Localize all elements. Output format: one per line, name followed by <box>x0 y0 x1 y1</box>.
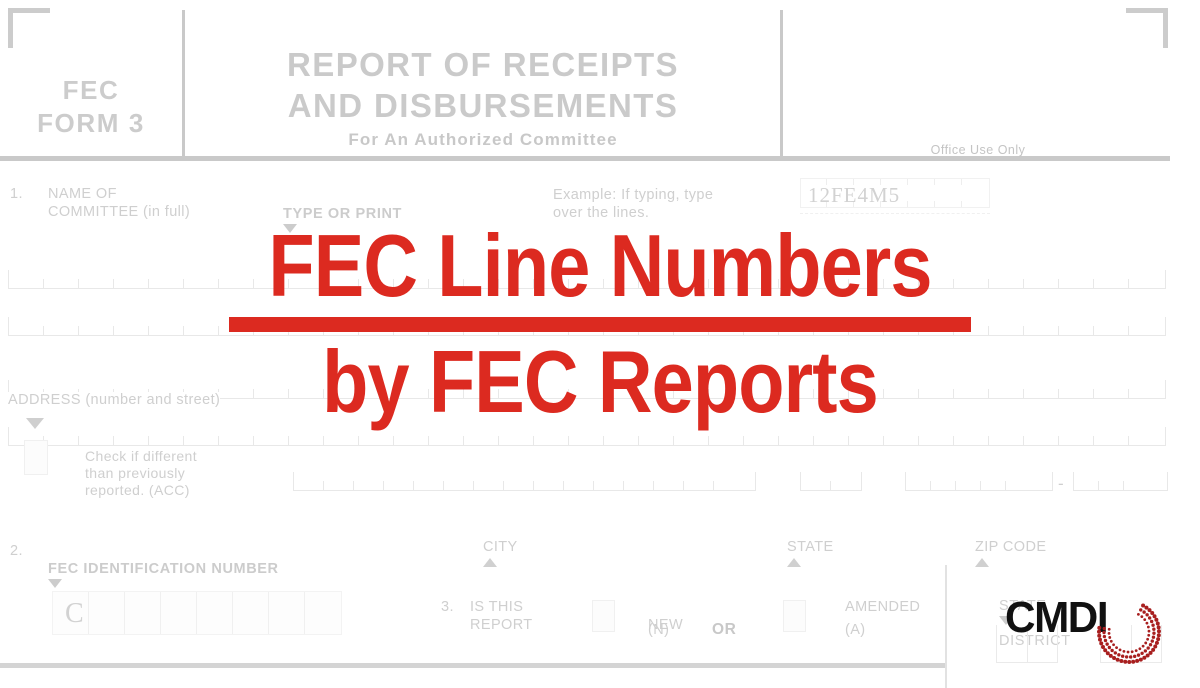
page-title-line1: REPORT OF RECEIPTS <box>287 46 679 83</box>
address-changed-checkbox[interactable] <box>24 440 48 475</box>
type-or-print-text: TYPE OR PRINT <box>283 205 402 222</box>
page-title: REPORT OF RECEIPTS AND DISBURSEMENTS <box>186 44 780 127</box>
type-or-print-label: TYPE OR PRINT <box>283 188 402 241</box>
city-field[interactable] <box>293 470 756 491</box>
state-field[interactable] <box>800 470 862 491</box>
report-amended-checkbox[interactable] <box>783 600 806 632</box>
state-label-text: STATE <box>787 538 834 555</box>
zip-label-text: ZIP CODE <box>975 538 1047 555</box>
page-subtitle: For An Authorized Committee <box>348 130 618 149</box>
header-divider-left <box>182 10 185 156</box>
city-label-text: CITY <box>483 538 518 555</box>
address-caret-icon <box>26 418 44 429</box>
committee-name-line-2[interactable] <box>8 315 1166 336</box>
fec-id-prefix-character: C <box>65 598 84 629</box>
report-amended-label: AMENDED <box>845 599 921 615</box>
address-changed-label: Check if different than previously repor… <box>85 448 197 499</box>
office-use-only-label: Office Use Only <box>930 143 1026 157</box>
corner-bracket-top-left <box>8 8 50 48</box>
zip-code-field-primary[interactable] <box>905 470 1053 491</box>
page-title-line2: AND DISBURSEMENTS <box>287 87 679 125</box>
office-use-code-value: 12FE4M5 <box>808 183 901 207</box>
office-use-underline <box>800 212 990 214</box>
report-or-label: OR <box>712 621 737 638</box>
cmdi-logo-wordmark: CMDI <box>1005 593 1109 642</box>
fec-identification-number-field[interactable] <box>52 591 342 635</box>
header-divider-right <box>780 10 783 156</box>
section2-label-text: FEC IDENTIFICATION NUMBER <box>48 560 279 577</box>
form-identifier-line2: FORM 3 <box>37 107 145 138</box>
address-line-2[interactable] <box>8 425 1166 446</box>
caret-up-icon-city <box>483 558 497 568</box>
section3-label: IS THIS REPORT <box>470 599 533 633</box>
screenshot-canvas: FEC FORM 3 REPORT OF RECEIPTS AND DISBUR… <box>0 0 1200 688</box>
zip-label: ZIP CODE <box>975 521 1046 574</box>
report-amended-code: (A) <box>845 622 866 638</box>
form-identifier-line1: FEC <box>62 75 120 105</box>
cmdi-logo: CMDI <box>1005 593 1161 664</box>
cmdi-swoosh-icon <box>1097 603 1161 664</box>
caret-up-icon-state <box>787 558 801 568</box>
section3-right-divider <box>945 565 947 688</box>
city-label: CITY <box>483 521 518 574</box>
chevron-down-icon <box>283 224 297 234</box>
section2-number: 2. <box>10 543 23 559</box>
section3-number: 3. <box>441 599 454 615</box>
caret-up-icon-zip <box>975 558 989 568</box>
section1-committee-name-label: NAME OF COMMITTEE (in full) <box>48 186 191 220</box>
section2-label: FEC IDENTIFICATION NUMBER <box>48 543 279 596</box>
report-new-checkbox[interactable] <box>592 600 615 632</box>
page-bottom-rule <box>0 663 945 668</box>
corner-bracket-top-right <box>1126 8 1168 48</box>
zip-separator: - <box>1058 474 1065 493</box>
state-label: STATE <box>787 521 834 574</box>
chevron-down-icon-fec-id <box>48 579 62 589</box>
report-new-code: (N) <box>648 622 670 638</box>
overlay-headline-line1: FEC Line Numbers <box>268 216 932 315</box>
address-label: ADDRESS (number and street) <box>8 392 221 410</box>
section1-number: 1. <box>10 186 23 202</box>
committee-name-line-1[interactable] <box>8 268 1166 289</box>
typing-example-note: Example: If typing, type over the lines. <box>553 187 714 221</box>
form-identifier: FEC FORM 3 <box>0 74 182 140</box>
zip-code-field-extension[interactable] <box>1073 470 1168 491</box>
